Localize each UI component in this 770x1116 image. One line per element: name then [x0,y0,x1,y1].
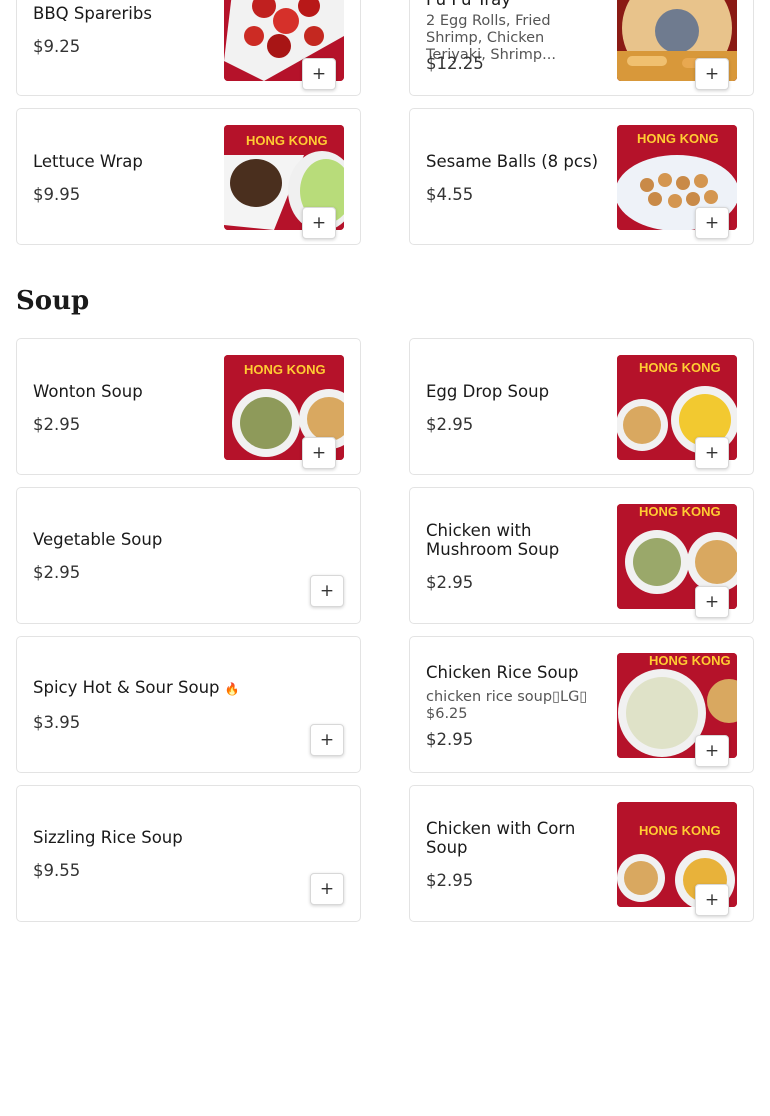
item-price: $9.25 [33,37,81,56]
item-description: chicken rice soup▯LG▯ $6.25 [426,689,588,722]
hong-kong-label: HONG KONG [639,360,721,375]
menu-item-card[interactable]: Chicken Rice Soup chicken rice soup▯LG▯ … [409,636,754,773]
menu-item-card[interactable]: Pu Pu Tray 2 Egg Rolls, Fried Shrimp, Ch… [409,0,754,96]
add-button[interactable]: + [302,58,336,90]
hong-kong-label: HONG KONG [639,823,721,838]
add-button[interactable]: + [695,207,729,239]
menu-item-card[interactable]: Vegetable Soup $2.95 + [16,487,361,624]
add-button[interactable]: + [310,575,344,607]
add-button[interactable]: + [310,724,344,756]
add-button[interactable]: + [695,437,729,469]
menu-item-card[interactable]: Lettuce Wrap $9.95 HONG KONG + [16,108,361,245]
add-button[interactable]: + [302,207,336,239]
add-button[interactable]: + [695,735,729,767]
item-name: Pu Pu Tray [426,0,606,9]
item-price: $9.95 [33,185,81,204]
item-name: Chicken Rice Soup [426,663,579,682]
menu-item-card[interactable]: Sesame Balls (8 pcs) $4.55 HONG KONG + [409,108,754,245]
item-price: $2.95 [426,573,474,592]
item-price: $12.25 [426,54,484,73]
item-price: $9.55 [33,861,81,880]
menu-item-card[interactable]: Spicy Hot & Sour Soup 🔥 $3.95 + [16,636,361,773]
hong-kong-label: HONG KONG [649,653,731,668]
item-price: $4.55 [426,185,474,204]
item-price: $2.95 [426,871,474,890]
add-button[interactable]: + [695,58,729,90]
add-button[interactable]: + [310,873,344,905]
section-title-soup: Soup [16,286,90,316]
menu-item-card[interactable]: Chicken with Mushroom Soup $2.95 HONG KO… [409,487,754,624]
item-price: $2.95 [426,415,474,434]
add-button[interactable]: + [695,884,729,916]
item-name: Egg Drop Soup [426,382,550,401]
hong-kong-label: HONG KONG [637,131,719,146]
item-name: Chicken with Corn Soup [426,819,576,857]
add-button[interactable]: + [695,586,729,618]
item-name: Vegetable Soup [33,530,163,549]
menu-item-card[interactable]: Sizzling Rice Soup $9.55 + [16,785,361,922]
item-name: Lettuce Wrap [33,152,143,171]
item-name-text: Spicy Hot & Sour Soup [33,678,220,697]
spicy-icon: 🔥 [224,682,240,696]
item-name: Sizzling Rice Soup [33,828,183,847]
menu-item-card[interactable]: BBQ Spareribs $9.25 + [16,0,361,96]
item-price: $3.95 [33,713,81,732]
hong-kong-label: HONG KONG [639,504,721,519]
item-name: Wonton Soup [33,382,143,401]
add-button[interactable]: + [302,437,336,469]
item-price: $2.95 [33,563,81,582]
item-price: $2.95 [33,415,81,434]
menu-item-card[interactable]: Egg Drop Soup $2.95 HONG KONG + [409,338,754,475]
item-name: Chicken with Mushroom Soup [426,521,560,559]
hong-kong-label: HONG KONG [244,362,326,377]
menu-item-card[interactable]: Wonton Soup $2.95 HONG KONG + [16,338,361,475]
menu-item-card[interactable]: Chicken with Corn Soup $2.95 HONG KONG + [409,785,754,922]
item-name: Spicy Hot & Sour Soup 🔥 [33,678,323,699]
hong-kong-label: HONG KONG [246,133,328,148]
item-price: $2.95 [426,730,474,749]
item-name: BBQ Spareribs [33,4,152,23]
item-name: Sesame Balls (8 pcs) [426,152,599,171]
